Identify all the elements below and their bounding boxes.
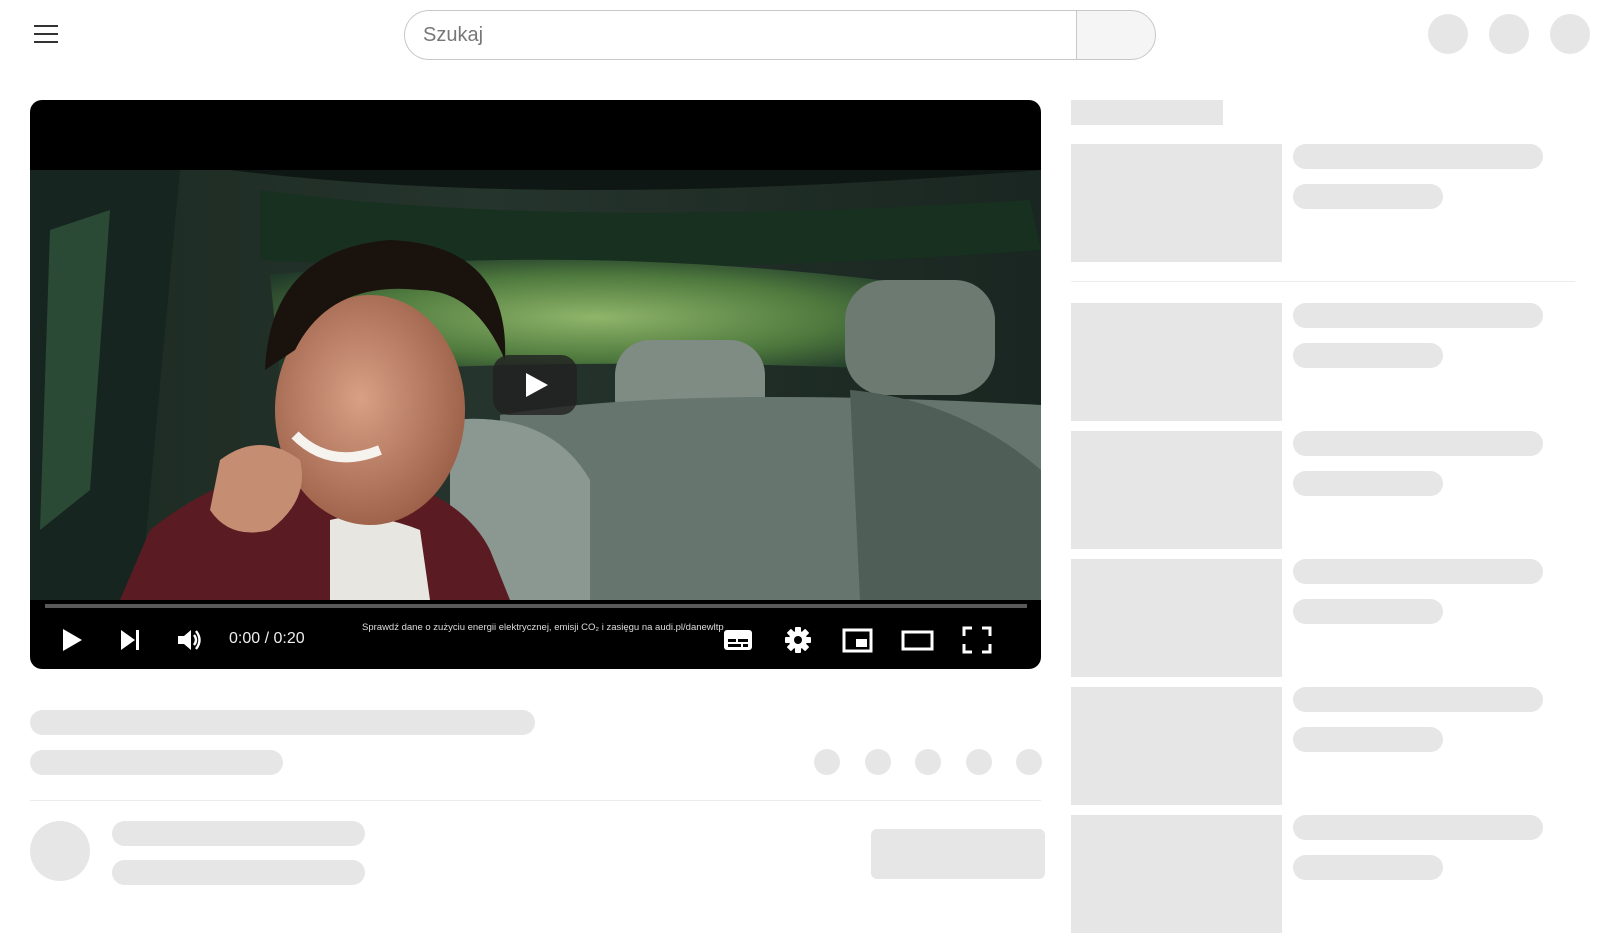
title-placeholder	[1293, 303, 1543, 328]
progress-bar[interactable]	[45, 604, 1027, 608]
action-placeholder-2	[865, 749, 891, 775]
thumbnail-placeholder	[1071, 144, 1282, 262]
thumbnail-placeholder	[1071, 815, 1282, 933]
gear-icon[interactable]	[781, 620, 815, 660]
title-placeholder	[1293, 144, 1543, 169]
divider	[1071, 281, 1575, 282]
create-icon[interactable]	[1428, 14, 1468, 54]
sidebar-header-placeholder	[1071, 100, 1223, 125]
meta-placeholder	[1293, 727, 1443, 752]
theater-mode-icon[interactable]	[900, 620, 934, 660]
legal-overlay-text: Sprawdź dane o zużyciu energii elektrycz…	[362, 622, 724, 633]
video-player[interactable]: 0:00 / 0:20 Sprawdź dane o zużyciu energ…	[30, 100, 1041, 669]
thumbnail-placeholder	[1071, 303, 1282, 421]
subscribe-button-placeholder	[871, 829, 1045, 879]
recommendation-placeholder	[1071, 559, 1575, 677]
time-display: 0:00 / 0:20	[229, 630, 305, 647]
subtitles-icon[interactable]	[721, 620, 755, 660]
divider	[30, 800, 1041, 801]
search-button[interactable]	[1076, 10, 1156, 60]
meta-placeholder	[1293, 184, 1443, 209]
title-placeholder	[1293, 431, 1543, 456]
top-bar	[0, 0, 1600, 68]
fullscreen-icon[interactable]	[960, 620, 994, 660]
action-placeholder-1	[814, 749, 840, 775]
channel-name-placeholder	[112, 821, 365, 846]
channel-avatar-placeholder	[30, 821, 90, 881]
hamburger-menu-icon[interactable]	[22, 14, 68, 54]
recommendation-placeholder	[1071, 687, 1575, 805]
video-meta-placeholder	[30, 750, 283, 775]
action-placeholder-5	[1016, 749, 1042, 775]
big-play-button[interactable]	[493, 355, 577, 415]
title-placeholder	[1293, 687, 1543, 712]
next-icon[interactable]	[116, 620, 146, 660]
search-input[interactable]	[404, 10, 1076, 60]
title-placeholder	[1293, 815, 1543, 840]
thumbnail-placeholder	[1071, 687, 1282, 805]
recommendation-placeholder	[1071, 815, 1575, 933]
action-placeholder-3	[915, 749, 941, 775]
meta-placeholder	[1293, 599, 1443, 624]
notifications-icon[interactable]	[1489, 14, 1529, 54]
recommendation-placeholder	[1071, 431, 1575, 549]
title-placeholder	[1293, 559, 1543, 584]
thumbnail-placeholder	[1071, 559, 1282, 677]
miniplayer-icon[interactable]	[840, 620, 874, 660]
avatar[interactable]	[1550, 14, 1590, 54]
meta-placeholder	[1293, 343, 1443, 368]
play-icon[interactable]	[56, 620, 86, 660]
meta-placeholder	[1293, 471, 1443, 496]
recommendation-placeholder	[1071, 303, 1575, 421]
channel-subs-placeholder	[112, 860, 365, 885]
volume-icon[interactable]	[174, 620, 204, 660]
video-title-placeholder	[30, 710, 535, 735]
recommendation-placeholder	[1071, 144, 1575, 262]
thumbnail-placeholder	[1071, 431, 1282, 549]
action-placeholder-4	[966, 749, 992, 775]
meta-placeholder	[1293, 855, 1443, 880]
